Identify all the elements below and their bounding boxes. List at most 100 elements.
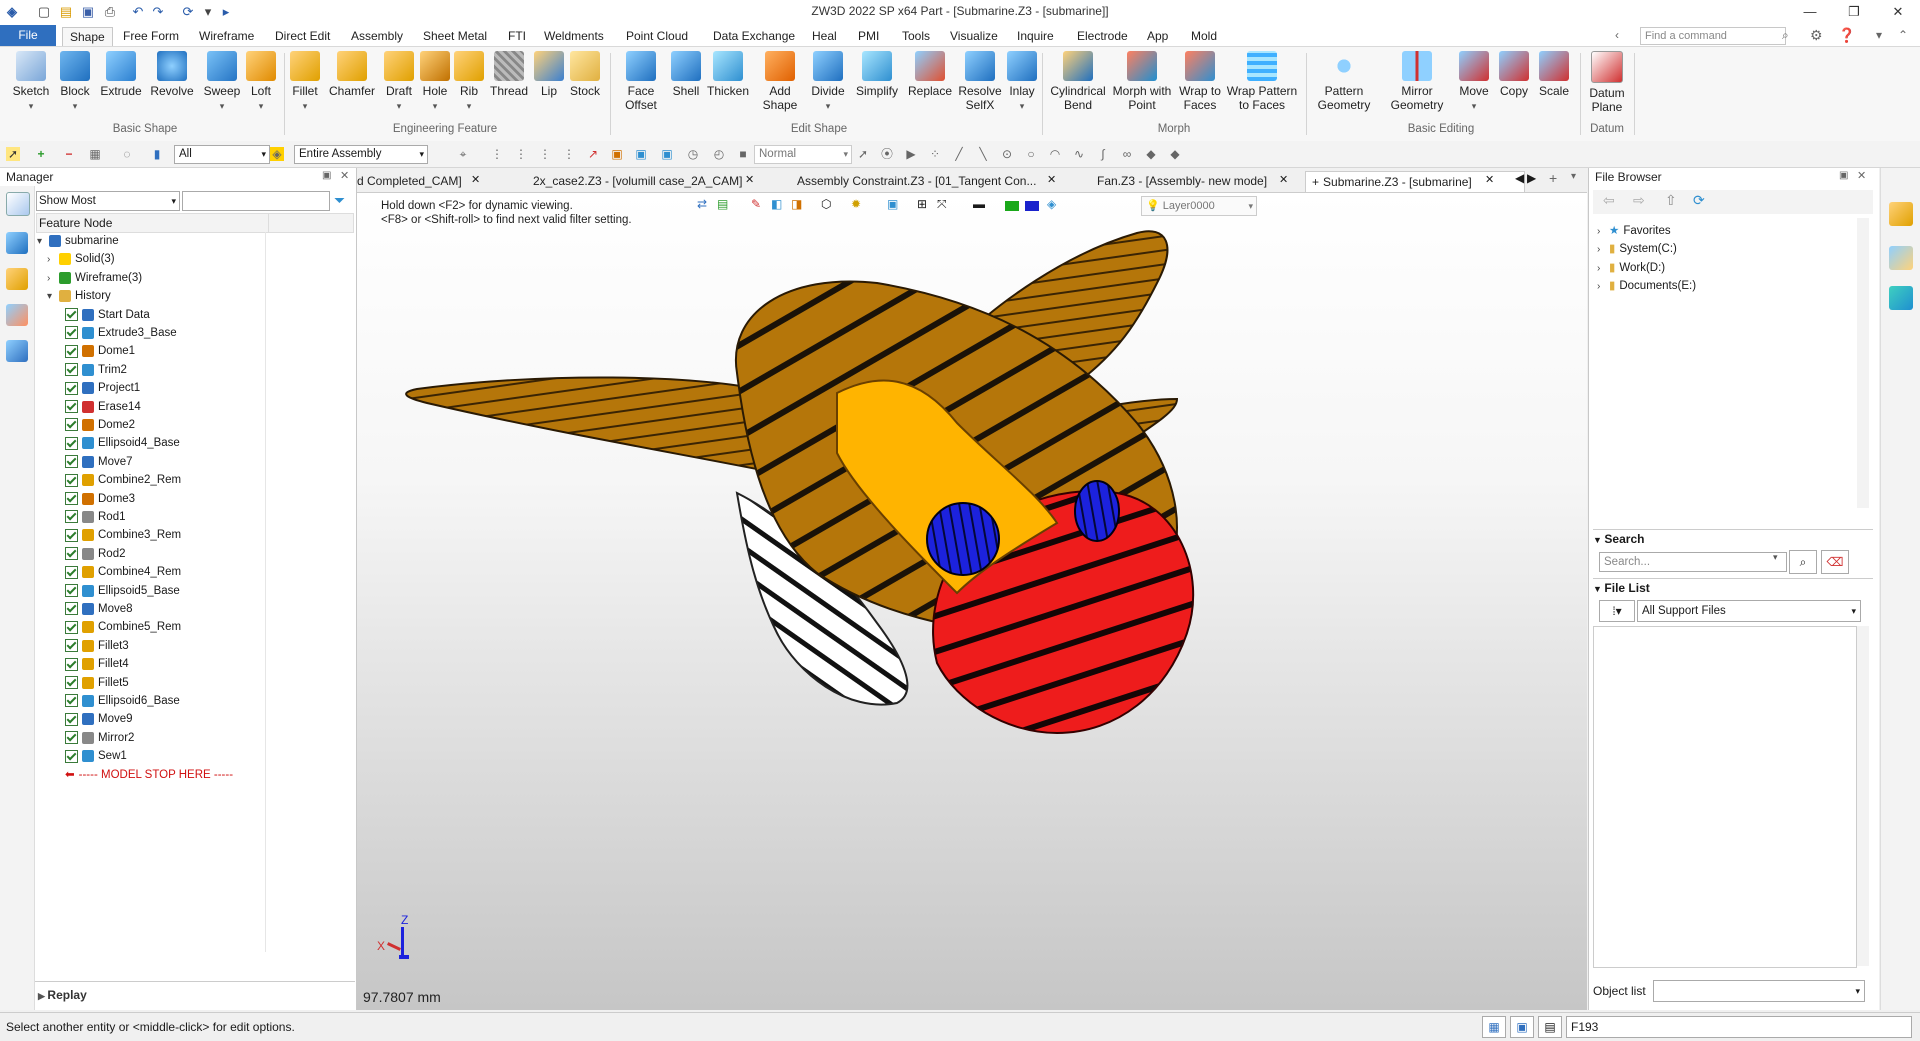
history-feature-item[interactable]: Ellipsoid4_Base	[65, 434, 180, 452]
checkbox-icon[interactable]	[65, 510, 78, 524]
thicken-button[interactable]: Thicken	[704, 51, 752, 98]
tab-electrode[interactable]: Electrode	[1070, 27, 1135, 46]
feature-filter-icon[interactable]: ▣	[660, 147, 674, 161]
file-type-combo[interactable]: All Support Files ▾	[1637, 600, 1861, 622]
grid-icon[interactable]: ⁘	[928, 147, 942, 161]
checkbox-icon[interactable]	[65, 547, 78, 561]
view-manager-icon[interactable]	[6, 304, 28, 326]
move-button[interactable]: Move ▾	[1456, 51, 1492, 113]
play-icon[interactable]: ▶	[904, 147, 918, 161]
pick-icon[interactable]: ⋮	[490, 147, 504, 161]
parts-tab-icon[interactable]	[1889, 286, 1913, 310]
history-icon[interactable]: ◴	[712, 147, 726, 161]
forward-icon[interactable]: ⇨	[1633, 192, 1645, 209]
view-mode-icon[interactable]: ⁞▾	[1599, 600, 1635, 622]
circle-point-icon[interactable]: ⊙	[1000, 147, 1014, 161]
new-tab-icon[interactable]: +	[1549, 170, 1557, 186]
line-icon[interactable]: ╱	[952, 147, 966, 161]
draft-button[interactable]: Draft ▾	[382, 51, 416, 113]
checkbox-icon[interactable]	[65, 344, 78, 358]
tab-pmi[interactable]: PMI	[851, 27, 886, 46]
show-filter-combo[interactable]: Show Most ▾	[36, 191, 180, 211]
snap-icon[interactable]: ⌖	[456, 147, 470, 161]
expand-icon[interactable]: ›	[1597, 223, 1609, 241]
checkbox-icon[interactable]	[65, 749, 78, 763]
file-menu[interactable]: File	[0, 25, 56, 46]
tree-group-wireframe[interactable]: › Wireframe(3)	[47, 269, 142, 287]
history-feature-item[interactable]: Dome3	[65, 490, 135, 508]
tab-close-icon[interactable]: ✕	[745, 173, 754, 186]
history-feature-item[interactable]: Ellipsoid6_Base	[65, 692, 180, 710]
history-feature-item[interactable]: Extrude3_Base	[65, 324, 177, 342]
checkbox-icon[interactable]	[65, 676, 78, 690]
divide-button[interactable]: Divide ▾	[808, 51, 848, 113]
pattern-geometry-button[interactable]: Pattern Geometry	[1310, 51, 1378, 112]
shape-icon[interactable]: ◆	[1168, 147, 1182, 161]
file-list[interactable]	[1593, 626, 1857, 968]
tab-scroll-right-icon[interactable]: ▶	[1527, 171, 1536, 185]
lasso-icon[interactable]: ◌	[120, 147, 134, 161]
command-search-input[interactable]: Find a command	[1640, 27, 1786, 45]
checkbox-icon[interactable]	[65, 363, 78, 377]
search-dropdown-icon[interactable]: ▾	[1773, 552, 1778, 563]
history-feature-item[interactable]: Fillet3	[65, 637, 129, 655]
face-filter-icon[interactable]: ▣	[610, 147, 624, 161]
copy-button[interactable]: Copy	[1496, 51, 1532, 98]
mode-combo[interactable]: Normal ▾	[754, 145, 852, 164]
wrap-pattern-to-faces-button[interactable]: Wrap Pattern to Faces	[1224, 51, 1300, 112]
filter-combo[interactable]: All ▾	[174, 145, 270, 164]
checkbox-icon[interactable]	[65, 712, 78, 726]
pick-arrow-icon[interactable]: ➚	[6, 147, 20, 161]
expand-icon[interactable]: ›	[47, 251, 59, 269]
scrollbar[interactable]	[1857, 218, 1869, 508]
doc-tab[interactable]: 2x_case2.Z3 - [volumill case_2A_CAM]	[533, 171, 743, 191]
checkbox-icon[interactable]	[65, 308, 78, 322]
tab-scroll-left-icon[interactable]: ◀	[1515, 171, 1524, 185]
back-icon[interactable]: ⇦	[1603, 192, 1615, 209]
pin-icon[interactable]: ‹	[1615, 28, 1619, 42]
checkbox-icon[interactable]	[65, 565, 78, 579]
graphics-viewport[interactable]: Hold down <F2> for dynamic viewing. <F8>…	[357, 193, 1587, 1010]
object-list-combo[interactable]: ▾	[1653, 980, 1865, 1002]
history-feature-item[interactable]: Combine2_Rem	[65, 471, 181, 489]
scope-combo[interactable]: Entire Assembly ▾	[294, 145, 428, 164]
tab-data-exchange[interactable]: Data Exchange	[706, 27, 802, 46]
clock-icon[interactable]: ◷	[686, 147, 700, 161]
datum-plane-button[interactable]: Datum Plane	[1584, 51, 1630, 114]
curve-icon[interactable]: ∫	[1096, 147, 1110, 161]
checkbox-icon[interactable]	[65, 694, 78, 708]
box-select-icon[interactable]: ▦	[88, 147, 102, 161]
loft-button[interactable]: Loft ▾	[246, 51, 276, 113]
tab-list-icon[interactable]: ▾	[1571, 171, 1576, 182]
replay-section[interactable]: ▶ Replay	[38, 988, 87, 1002]
expand-icon[interactable]: ›	[1597, 241, 1609, 259]
remove-filter-icon[interactable]: −	[62, 147, 76, 161]
doc-tab[interactable]: Assembly Constraint.Z3 - [01_Tangent Con…	[797, 171, 1045, 191]
search-icon[interactable]: ⌕	[1782, 28, 1789, 43]
history-feature-item[interactable]: Combine4_Rem	[65, 563, 181, 581]
lip-button[interactable]: Lip	[534, 51, 564, 98]
ribbon-collapse-icon[interactable]: ▾	[1876, 28, 1882, 42]
close-button[interactable]: ✕	[1876, 0, 1920, 24]
expand-icon[interactable]: ▾	[37, 233, 49, 251]
part-manager-icon[interactable]	[6, 268, 28, 290]
add-filter-icon[interactable]: +	[34, 147, 48, 161]
history-feature-item[interactable]: Fillet4	[65, 655, 129, 673]
rib-button[interactable]: Rib ▾	[454, 51, 484, 113]
settings-gear-icon[interactable]: ⚙	[1810, 27, 1823, 44]
fillet-button[interactable]: Fillet ▾	[288, 51, 322, 113]
help-icon[interactable]: ❓	[1838, 27, 1855, 44]
history-feature-item[interactable]: Trim2	[65, 361, 127, 379]
add-shape-button[interactable]: Add Shape	[756, 51, 804, 112]
sketch-button[interactable]: Sketch ▾	[8, 51, 54, 113]
shell-button[interactable]: Shell	[670, 51, 702, 98]
tab-close-icon[interactable]: ✕	[471, 173, 480, 186]
file-list-section-header[interactable]: ▼ File List	[1593, 578, 1873, 597]
expand-icon[interactable]: ›	[1597, 278, 1609, 296]
tab-heal[interactable]: Heal	[805, 27, 844, 46]
doc-tab[interactable]: d Completed_CAM]	[357, 171, 467, 191]
extrude-button[interactable]: Extrude	[98, 51, 144, 98]
scale-button[interactable]: Scale	[1536, 51, 1572, 98]
tab-close-icon[interactable]: ✕	[1279, 173, 1288, 186]
tab-close-icon[interactable]: ✕	[1485, 173, 1494, 186]
